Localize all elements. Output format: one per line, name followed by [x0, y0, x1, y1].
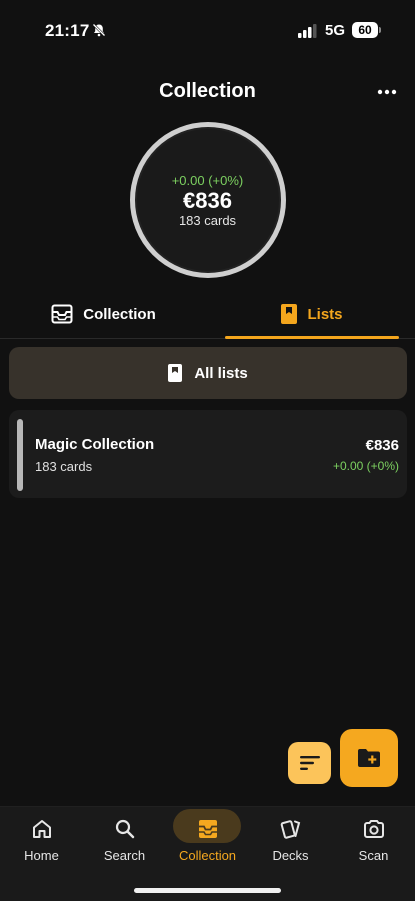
list-color-bar — [17, 419, 23, 491]
tab-collection-label: Collection — [83, 305, 156, 323]
nav-search[interactable]: Search — [83, 807, 166, 877]
signal-icon — [298, 24, 317, 38]
list-item[interactable]: Magic Collection 183 cards €836 +0.00 (+… — [9, 410, 407, 498]
bottom-nav: Home Search Collection Decks Scan — [0, 806, 415, 901]
folder-add-icon — [358, 749, 380, 767]
list-card-count: 183 cards — [35, 459, 93, 474]
bookmark-book-icon — [168, 364, 183, 382]
collection-value: €836 — [183, 188, 232, 213]
more-options-icon[interactable] — [375, 80, 399, 104]
card-count: 183 cards — [178, 213, 237, 228]
all-lists-label: All lists — [194, 364, 248, 382]
all-lists-button[interactable]: All lists — [9, 347, 407, 399]
nav-collection-label: Collection — [178, 848, 237, 863]
status-time: 21:17 — [45, 21, 90, 40]
nav-home[interactable]: Home — [0, 807, 83, 877]
tab-bar: Collection Lists — [0, 290, 415, 339]
collection-icon — [198, 820, 217, 838]
tab-collection[interactable]: Collection — [0, 290, 207, 338]
list-value-change: +0.00 (+0%) — [332, 459, 399, 473]
nav-search-label: Search — [103, 848, 146, 863]
tab-lists[interactable]: Lists — [225, 290, 399, 339]
list-value: €836 — [365, 437, 399, 454]
list-name: Magic Collection — [35, 436, 155, 453]
nav-decks[interactable]: Decks — [249, 807, 332, 877]
nav-scan-label: Scan — [358, 848, 389, 863]
sort-icon — [299, 756, 320, 770]
battery-icon: 60 — [352, 22, 381, 38]
decks-icon — [280, 820, 300, 839]
add-folder-button[interactable] — [340, 729, 398, 787]
bell-off-icon — [92, 23, 106, 37]
network-label: 5G — [325, 22, 346, 39]
value-change: +0.00 (+0%) — [171, 173, 244, 188]
inbox-tray-icon — [51, 304, 73, 324]
bookmark-book-icon — [281, 304, 298, 324]
search-icon — [115, 819, 134, 839]
camera-icon — [363, 820, 384, 838]
home-indicator[interactable] — [134, 888, 281, 893]
status-bar: 21:17 5G 60 — [0, 0, 415, 62]
nav-home-label: Home — [24, 848, 59, 863]
nav-collection[interactable]: Collection — [166, 807, 249, 877]
tab-lists-label: Lists — [307, 305, 343, 323]
nav-scan[interactable]: Scan — [332, 807, 415, 877]
home-icon — [32, 820, 51, 838]
nav-decks-label: Decks — [272, 848, 309, 863]
sort-button[interactable] — [288, 742, 331, 784]
page-title: Collection — [159, 80, 256, 102]
